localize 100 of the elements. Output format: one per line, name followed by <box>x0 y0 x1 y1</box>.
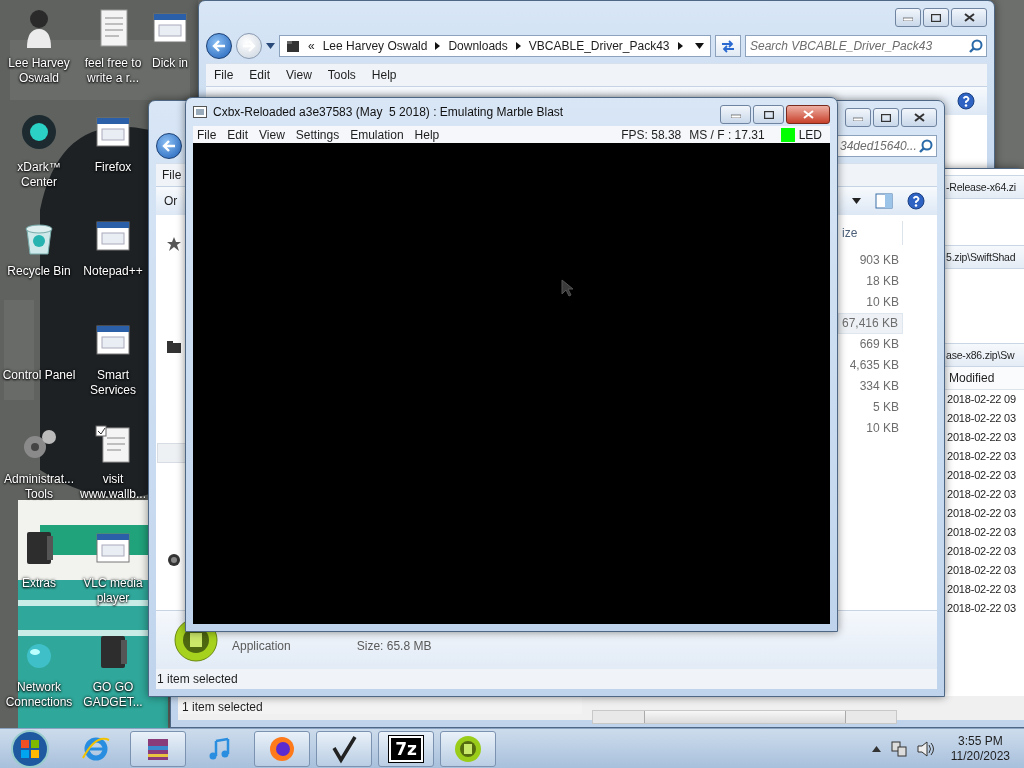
star-icon <box>167 237 181 251</box>
menu-item[interactable]: Settings <box>291 127 347 142</box>
menu-item[interactable]: View <box>278 67 320 83</box>
horizontal-scrollbar[interactable] <box>592 710 897 724</box>
taskbar-button[interactable] <box>316 730 372 767</box>
address-bar[interactable]: « Lee Harvey Oswald Downloads VBCABLE_Driver_Pack43 <box>279 35 711 57</box>
file-size: Size: 65.8 MB <box>356 639 432 653</box>
maximize-button[interactable] <box>923 8 949 27</box>
menu-item[interactable]: Edit <box>223 127 256 142</box>
caret-down-icon[interactable] <box>266 43 275 49</box>
triangle-right-icon[interactable] <box>677 42 683 50</box>
taskbar-button[interactable] <box>130 730 186 767</box>
search-icon <box>969 39 983 53</box>
arrow-right-icon <box>242 40 256 52</box>
icon-label[interactable]: Dick in <box>152 56 188 71</box>
menu-item[interactable]: Edit <box>241 67 279 83</box>
start-button[interactable] <box>8 728 52 768</box>
menu-item[interactable]: Help <box>363 67 405 83</box>
maximize-button[interactable] <box>753 105 784 124</box>
close-button[interactable] <box>786 105 830 124</box>
refresh-button[interactable] <box>715 35 741 57</box>
breadcrumb-item[interactable]: Downloads <box>448 39 508 53</box>
triangle-right-icon[interactable] <box>435 42 441 50</box>
back-button[interactable] <box>206 33 232 59</box>
caret-down-icon[interactable] <box>852 198 861 204</box>
caret-down-icon[interactable] <box>695 43 704 49</box>
breadcrumb-item[interactable]: Lee Harvey Oswald <box>322 39 428 53</box>
maximize-button[interactable] <box>873 108 899 127</box>
close-button[interactable] <box>951 8 987 27</box>
maximize-icon <box>763 110 774 119</box>
table-cell-text: 2018-02-22 03 <box>946 544 1017 559</box>
path-bar: -Release-x64.zi <box>945 175 1024 199</box>
search-field[interactable]: Search VBCABLE_Driver_Pack43 <box>745 35 987 57</box>
search-icon <box>919 139 933 153</box>
table-cell[interactable]: 4,635 KB <box>838 355 903 376</box>
menu-item[interactable]: File <box>206 67 242 83</box>
icon-label[interactable]: Control Panel <box>2 368 76 383</box>
show-hidden-icons-icon[interactable] <box>871 745 881 752</box>
file-type: Application <box>232 639 291 653</box>
status-bar: 1 item selected <box>156 669 937 689</box>
table-cell[interactable]: 10 KB <box>838 292 903 313</box>
windows-logo-icon <box>10 728 50 768</box>
overflow-chevron[interactable]: « <box>308 39 315 53</box>
table-cell-text: 2018-02-22 03 <box>946 411 1017 426</box>
menu-item[interactable]: Tools <box>319 67 364 83</box>
checked-document-icon[interactable] <box>93 424 133 464</box>
table-cell-text: 2018-02-22 03 <box>946 582 1017 597</box>
minimize-button[interactable] <box>845 108 871 127</box>
clock-date[interactable]: 11/20/2023 <box>950 748 1010 764</box>
frame-time-readout: MS / F : 17.31 <box>688 127 766 142</box>
icon-label[interactable]: Notepad++ <box>83 264 143 279</box>
table-cell[interactable]: 903 KB <box>838 250 903 271</box>
refresh-arrows-icon <box>720 39 736 53</box>
icon-label[interactable]: Firefox <box>94 160 132 175</box>
table-cell-text: 2018-02-22 03 <box>946 525 1017 540</box>
icon-label[interactable]: Administrat... Tools <box>0 472 78 502</box>
network-icon <box>167 553 181 567</box>
icon-label[interactable]: feel free to write a r... <box>78 56 148 86</box>
close-icon <box>963 13 975 22</box>
table-cell[interactable]: 5 KB <box>838 397 903 418</box>
minimize-icon <box>730 111 741 118</box>
menu-item[interactable]: Emulation <box>346 127 411 142</box>
minimize-icon <box>903 14 913 21</box>
table-cell[interactable]: 67,416 KB <box>838 313 903 334</box>
arrow-left-icon <box>212 40 226 52</box>
app-icon <box>193 106 207 118</box>
breadcrumb-item[interactable]: VBCABLE_Driver_Pack43 <box>528 39 670 53</box>
icon-label[interactable]: Lee Harvey Oswald <box>0 56 78 86</box>
column-header[interactable]: Modified <box>945 367 1024 390</box>
path-bar: 5.zip\SwiftShad <box>945 245 1024 269</box>
back-button[interactable] <box>156 133 182 159</box>
icon-label[interactable]: xDark™ Center <box>0 160 78 190</box>
mouse-cursor-icon <box>561 279 573 297</box>
close-button[interactable] <box>901 108 937 127</box>
network-icon[interactable] <box>890 740 907 757</box>
speaker-icon[interactable] <box>916 740 935 757</box>
icon-label[interactable]: Recycle Bin <box>7 264 71 279</box>
menu-item[interactable]: Help <box>410 127 447 142</box>
menu-item[interactable]: File <box>193 127 224 142</box>
table-cell[interactable]: 10 KB <box>838 418 903 439</box>
fps-readout: FPS: 58.38 <box>620 127 683 142</box>
menu-item[interactable]: View <box>255 127 292 142</box>
table-cell[interactable]: 669 KB <box>838 334 903 355</box>
search-field[interactable]: 34ded15640... <box>835 135 937 157</box>
table-cell[interactable]: 18 KB <box>838 271 903 292</box>
icon-label[interactable]: Smart Services <box>78 368 148 398</box>
taskbar-button[interactable] <box>254 730 310 767</box>
help-icon[interactable] <box>957 92 975 110</box>
window-title: Cxbx-Reloaded a3e37583 (May 5 2018) : Emulating Marble Blast <box>213 105 564 119</box>
clock-time[interactable]: 3:55 PM <box>958 733 1003 749</box>
table-cell[interactable]: 334 KB <box>838 376 903 397</box>
folder-icon <box>286 39 300 53</box>
orb-icon[interactable] <box>19 112 59 152</box>
help-icon[interactable] <box>907 192 925 210</box>
taskbar-button[interactable]: 7z <box>378 730 434 767</box>
triangle-right-icon[interactable] <box>515 42 521 50</box>
icon-label[interactable]: visit www.wallb... <box>78 472 148 502</box>
table-cell-text: 2018-02-22 09 <box>946 392 1017 407</box>
menu-item[interactable]: File <box>156 167 182 183</box>
toolbar-button[interactable]: Or <box>164 192 178 210</box>
